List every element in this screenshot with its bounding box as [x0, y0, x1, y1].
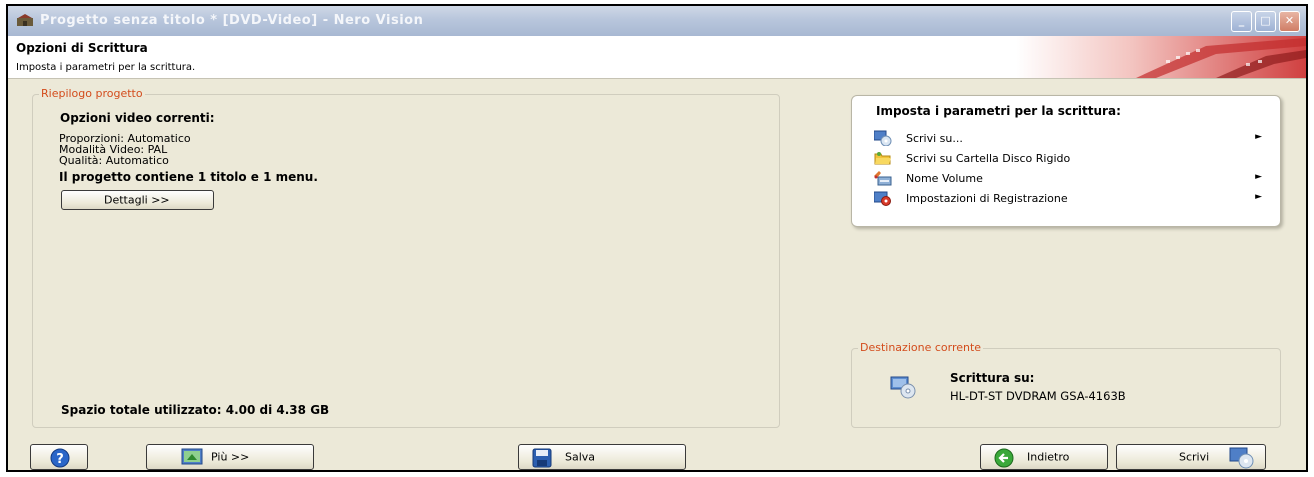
close-icon: ✕ [1284, 14, 1295, 27]
submenu-arrow-icon: ► [1255, 132, 1262, 142]
minimize-button[interactable]: _ [1231, 11, 1252, 32]
close-button[interactable]: ✕ [1279, 11, 1300, 32]
destination-label: Scrittura su: [950, 371, 1035, 385]
taskpane-item-hard-disk-folder[interactable]: Scrivi su Cartella Disco Rigido [874, 150, 1272, 168]
current-destination-legend: Destinazione corrente [858, 341, 984, 354]
burner-drive-icon [890, 376, 916, 399]
nero-vision-icon [17, 14, 33, 26]
minimize-icon: _ [1238, 14, 1245, 27]
save-button-label: Salva [565, 450, 596, 464]
help-icon-glyph: ? [56, 452, 64, 467]
burn-to-icon [874, 130, 892, 146]
submenu-arrow-icon: ► [1255, 192, 1262, 202]
submenu-arrow-icon: ► [1255, 172, 1262, 182]
back-arrow-icon [994, 448, 1014, 468]
save-floppy-icon [532, 448, 552, 468]
taskpane-item-label: Nome Volume [906, 172, 983, 185]
help-icon: ? [50, 448, 70, 468]
header-decoration [1016, 36, 1306, 78]
page-header: Opzioni di Scrittura Imposta i parametri… [8, 36, 1306, 79]
space-used: Spazio totale utilizzato: 4.00 di 4.38 G… [61, 403, 330, 417]
details-button[interactable]: Dettagli >> [61, 190, 214, 210]
taskpane-item-label: Impostazioni di Registrazione [906, 192, 1068, 205]
recording-settings-icon [874, 191, 891, 206]
save-button[interactable]: Salva [518, 444, 686, 470]
taskpane-title: Imposta i parametri per la scrittura: [876, 104, 1121, 118]
volume-name-icon [874, 171, 892, 186]
taskpane-item-recording-settings[interactable]: Impostazioni di Registrazione ► [874, 190, 1272, 208]
project-summary-legend: Riepilogo progetto [39, 87, 145, 100]
back-button[interactable]: Indietro [980, 444, 1108, 470]
taskpane-item-label: Scrivi su... [906, 132, 963, 145]
current-destination-group: Destinazione corrente Scrittura su: HL-D… [851, 341, 1281, 428]
back-button-label: Indietro [1027, 450, 1070, 464]
more-button[interactable]: Più >> [146, 444, 314, 470]
title-bar[interactable]: Progetto senza titolo * [DVD-Video] - Ne… [8, 6, 1306, 36]
page-title: Opzioni di Scrittura [16, 41, 148, 55]
project-summary-group: Riepilogo progetto Opzioni video corrent… [32, 87, 780, 428]
taskpane-item-burn-to[interactable]: Scrivi su... ► [874, 130, 1272, 148]
maximize-button[interactable]: □ [1255, 11, 1276, 32]
destination-device: HL-DT-ST DVDRAM GSA-4163B [950, 389, 1126, 403]
taskpane-item-label: Scrivi su Cartella Disco Rigido [906, 152, 1071, 165]
folder-icon [874, 152, 891, 165]
app-window: Progetto senza titolo * [DVD-Video] - Ne… [6, 4, 1308, 472]
help-button[interactable]: ? [30, 444, 88, 470]
project-content-note: Il progetto contiene 1 titolo e 1 menu. [59, 170, 318, 184]
maximize-icon: □ [1260, 14, 1271, 27]
burn-button[interactable]: Scrivi [1116, 444, 1266, 470]
burn-button-label: Scrivi [1179, 450, 1210, 464]
more-options-icon [181, 448, 203, 465]
details-button-label: Dettagli >> [104, 193, 170, 207]
taskpane-item-volume-name[interactable]: Nome Volume ► [874, 170, 1272, 188]
video-options-heading: Opzioni video correnti: [60, 111, 215, 125]
bottom-bar: ? Più >> Salva Indietro Scrivi [8, 436, 1306, 472]
page-subtitle: Imposta i parametri per la scrittura. [16, 62, 196, 73]
burn-settings-taskpane: Imposta i parametri per la scrittura: Sc… [851, 95, 1281, 227]
burn-disc-icon [1229, 447, 1254, 469]
video-option-quality: Qualità: Automatico [59, 154, 169, 167]
more-button-label: Più >> [211, 450, 250, 464]
window-title: Progetto senza titolo * [DVD-Video] - Ne… [40, 13, 424, 28]
